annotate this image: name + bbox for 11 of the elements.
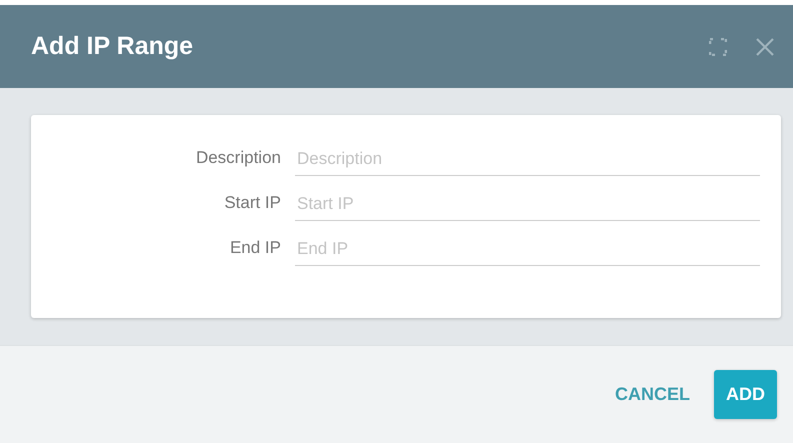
close-icon[interactable] — [755, 36, 775, 56]
field-label: Description — [194, 148, 281, 169]
input-field[interactable]: Description — [295, 143, 760, 176]
field-label: End IP — [228, 238, 281, 259]
fullscreen-icon[interactable] — [709, 38, 727, 56]
add-button[interactable]: ADD — [714, 370, 777, 419]
field-label: Start IP — [223, 193, 281, 214]
dialog-title: Add IP Range — [31, 32, 194, 61]
input-field[interactable]: Start IP — [295, 188, 760, 221]
input-field[interactable]: End IP — [295, 233, 760, 266]
cancel-button[interactable]: CANCEL — [613, 376, 692, 413]
